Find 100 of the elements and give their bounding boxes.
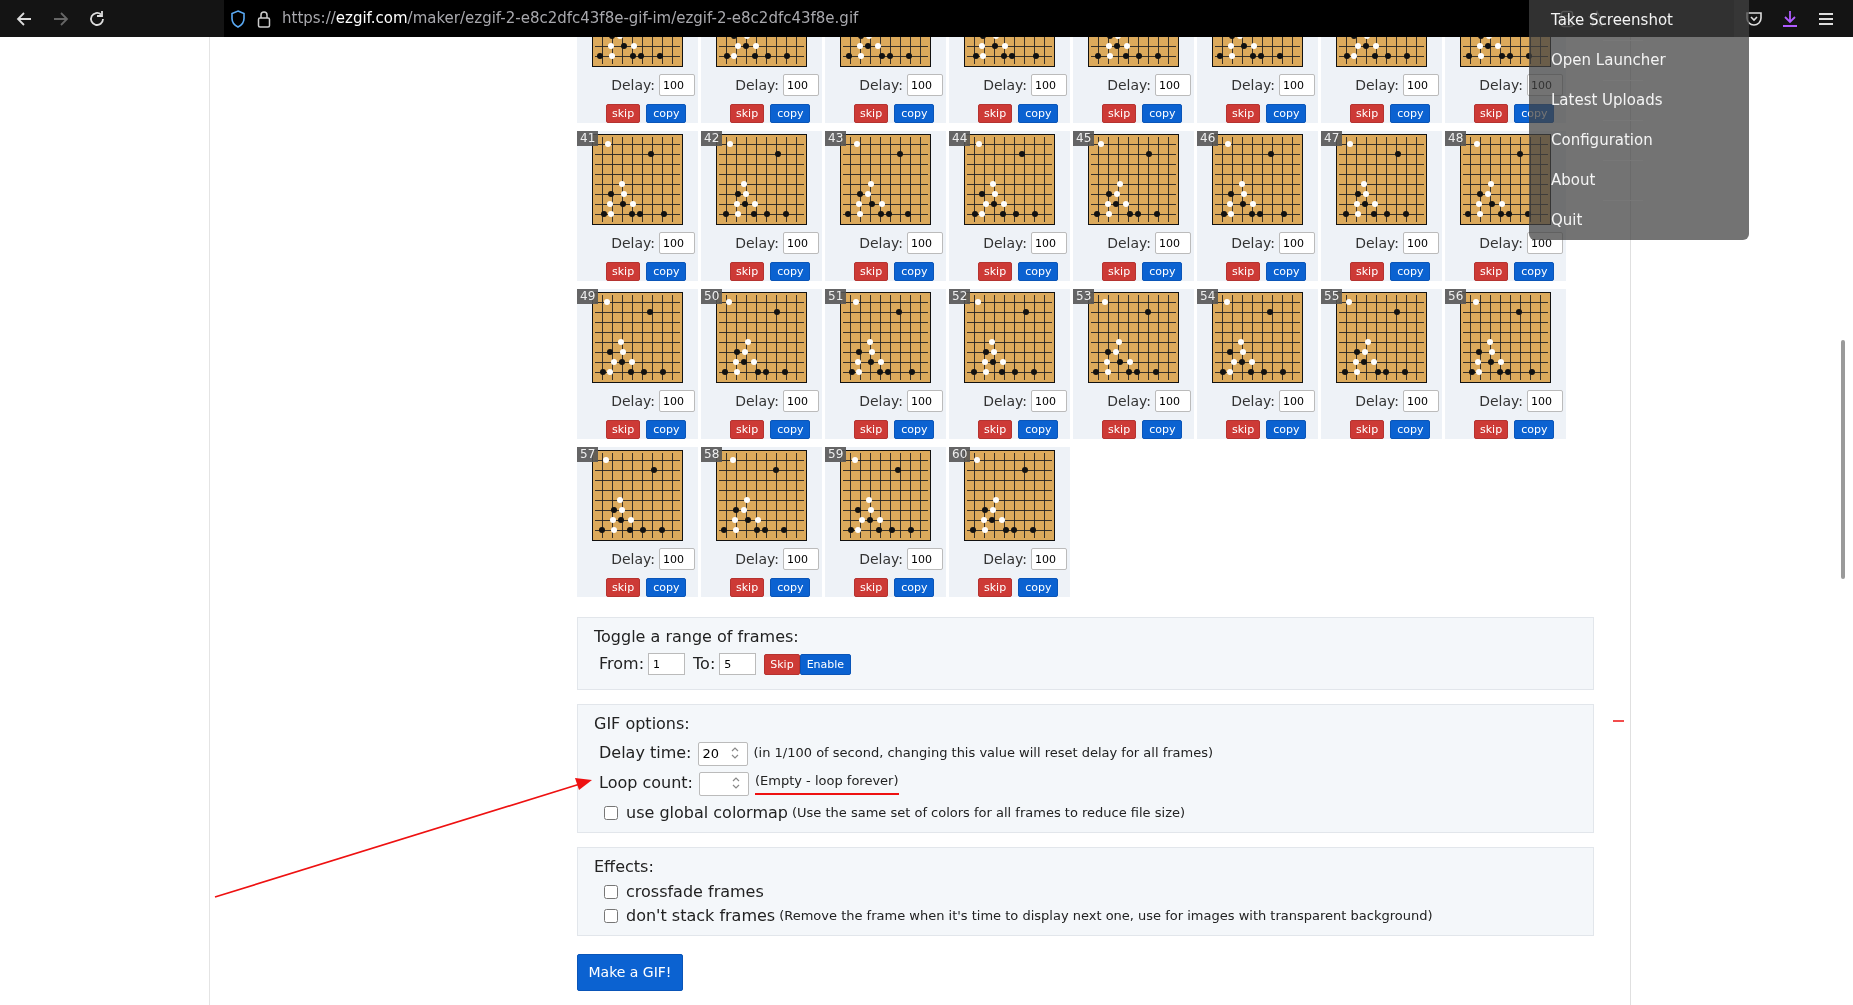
- skip-button[interactable]: skip: [854, 420, 889, 439]
- copy-button[interactable]: copy: [1514, 420, 1555, 439]
- spinner-icon[interactable]: [731, 775, 741, 791]
- skip-button[interactable]: skip: [730, 262, 765, 281]
- skip-button[interactable]: skip: [978, 262, 1013, 281]
- copy-button[interactable]: copy: [1514, 262, 1555, 281]
- make-gif-button[interactable]: Make a GIF!: [577, 954, 683, 991]
- skip-button[interactable]: skip: [1350, 262, 1385, 281]
- copy-button[interactable]: copy: [770, 262, 811, 281]
- copy-button[interactable]: copy: [1142, 104, 1183, 123]
- delay-field[interactable]: 100: [659, 390, 695, 412]
- delay-field[interactable]: 100: [783, 232, 819, 254]
- to-field[interactable]: 5: [719, 653, 757, 675]
- copy-button[interactable]: copy: [646, 104, 687, 123]
- skip-button[interactable]: skip: [1102, 420, 1137, 439]
- delay-field[interactable]: 100: [1031, 232, 1067, 254]
- enable-button[interactable]: Enable: [799, 653, 852, 675]
- delay-field[interactable]: 100: [907, 548, 943, 570]
- delay-field[interactable]: 100: [1155, 74, 1191, 96]
- skip-button[interactable]: skip: [978, 104, 1013, 123]
- delay-field[interactable]: 100: [659, 548, 695, 570]
- skip-button[interactable]: skip: [1350, 104, 1385, 123]
- copy-button[interactable]: copy: [894, 420, 935, 439]
- skip-button[interactable]: skip: [1474, 262, 1509, 281]
- copy-button[interactable]: copy: [1266, 262, 1307, 281]
- delay-field[interactable]: 100: [1031, 548, 1067, 570]
- skip-button[interactable]: skip: [854, 262, 889, 281]
- checkbox[interactable]: [604, 885, 618, 899]
- skip-button[interactable]: skip: [606, 104, 641, 123]
- copy-button[interactable]: copy: [1142, 420, 1183, 439]
- number-field[interactable]: 20: [697, 741, 748, 766]
- skip-button[interactable]: skip: [730, 104, 765, 123]
- skip-button[interactable]: Skip: [764, 653, 800, 675]
- skip-button[interactable]: skip: [1226, 420, 1261, 439]
- delay-field[interactable]: 100: [1155, 232, 1191, 254]
- delay-field[interactable]: 100: [1155, 390, 1191, 412]
- copy-button[interactable]: copy: [1018, 262, 1059, 281]
- copy-button[interactable]: copy: [1390, 104, 1431, 123]
- skip-button[interactable]: skip: [730, 420, 765, 439]
- skip-button[interactable]: skip: [606, 420, 641, 439]
- skip-button[interactable]: skip: [1226, 262, 1261, 281]
- skip-button[interactable]: skip: [1474, 104, 1509, 123]
- skip-button[interactable]: skip: [978, 578, 1013, 597]
- delay-field[interactable]: 100: [1031, 74, 1067, 96]
- skip-button[interactable]: skip: [1102, 104, 1137, 123]
- copy-button[interactable]: copy: [1018, 420, 1059, 439]
- copy-button[interactable]: copy: [646, 420, 687, 439]
- menu-item[interactable]: Take Screenshot: [1551, 0, 1673, 40]
- skip-button[interactable]: skip: [978, 420, 1013, 439]
- menu-item[interactable]: Configuration: [1551, 121, 1653, 160]
- copy-button[interactable]: copy: [646, 578, 687, 597]
- delay-field[interactable]: 100: [907, 232, 943, 254]
- back-icon[interactable]: [15, 9, 33, 28]
- delay-field[interactable]: 100: [659, 232, 695, 254]
- skip-button[interactable]: skip: [854, 578, 889, 597]
- copy-button[interactable]: copy: [770, 578, 811, 597]
- delay-field[interactable]: 100: [1031, 390, 1067, 412]
- download-icon[interactable]: [1781, 9, 1799, 28]
- menu-item[interactable]: Latest Uploads: [1551, 81, 1663, 120]
- menu-item[interactable]: About: [1551, 161, 1596, 200]
- skip-button[interactable]: skip: [606, 262, 641, 281]
- menu-item[interactable]: Open Launcher: [1551, 41, 1666, 80]
- delay-field[interactable]: 100: [1403, 74, 1439, 96]
- delay-field[interactable]: 100: [783, 548, 819, 570]
- from-field[interactable]: 1: [648, 653, 686, 675]
- checkbox[interactable]: [604, 909, 618, 923]
- checkbox[interactable]: [604, 806, 618, 820]
- delay-field[interactable]: 100: [1403, 232, 1439, 254]
- skip-button[interactable]: skip: [730, 578, 765, 597]
- delay-field[interactable]: 100: [1279, 232, 1315, 254]
- delay-field[interactable]: 100: [1403, 390, 1439, 412]
- delay-field[interactable]: 100: [783, 74, 819, 96]
- copy-button[interactable]: copy: [1390, 420, 1431, 439]
- scrollbar-thumb[interactable]: [1841, 340, 1845, 579]
- copy-button[interactable]: copy: [770, 420, 811, 439]
- skip-button[interactable]: skip: [1226, 104, 1261, 123]
- copy-button[interactable]: copy: [894, 262, 935, 281]
- forward-icon[interactable]: [52, 9, 70, 28]
- delay-field[interactable]: 100: [1527, 390, 1563, 412]
- skip-button[interactable]: skip: [1474, 420, 1509, 439]
- copy-button[interactable]: copy: [1390, 262, 1431, 281]
- delay-field[interactable]: 100: [1279, 74, 1315, 96]
- delay-field[interactable]: 100: [907, 390, 943, 412]
- delay-field[interactable]: 100: [659, 74, 695, 96]
- url-text[interactable]: https://ezgif.com/maker/ezgif-2-e8c2dfc43f8e-gif-im/ezgif-2-e8c2dfc43f8e.gif: [282, 7, 859, 30]
- delay-field[interactable]: 100: [907, 74, 943, 96]
- copy-button[interactable]: copy: [1018, 578, 1059, 597]
- copy-button[interactable]: copy: [770, 104, 811, 123]
- copy-button[interactable]: copy: [1018, 104, 1059, 123]
- shield-icon[interactable]: [230, 9, 246, 28]
- number-field[interactable]: [699, 771, 749, 796]
- delay-field[interactable]: 100: [783, 390, 819, 412]
- copy-button[interactable]: copy: [646, 262, 687, 281]
- copy-button[interactable]: copy: [894, 578, 935, 597]
- skip-button[interactable]: skip: [606, 578, 641, 597]
- lock-icon[interactable]: [257, 9, 271, 28]
- copy-button[interactable]: copy: [1266, 420, 1307, 439]
- spinner-icon[interactable]: [729, 745, 740, 761]
- skip-button[interactable]: skip: [854, 104, 889, 123]
- copy-button[interactable]: copy: [1266, 104, 1307, 123]
